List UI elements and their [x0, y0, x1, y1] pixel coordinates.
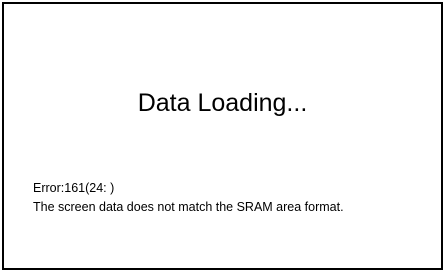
- error-block: Error:161(24: ) The screen data does not…: [33, 179, 344, 217]
- error-screen: Data Loading... Error:161(24: ) The scre…: [2, 2, 443, 270]
- loading-title: Data Loading...: [137, 89, 308, 117]
- error-message: The screen data does not match the SRAM …: [33, 200, 344, 214]
- error-code: Error:161(24: ): [33, 181, 115, 195]
